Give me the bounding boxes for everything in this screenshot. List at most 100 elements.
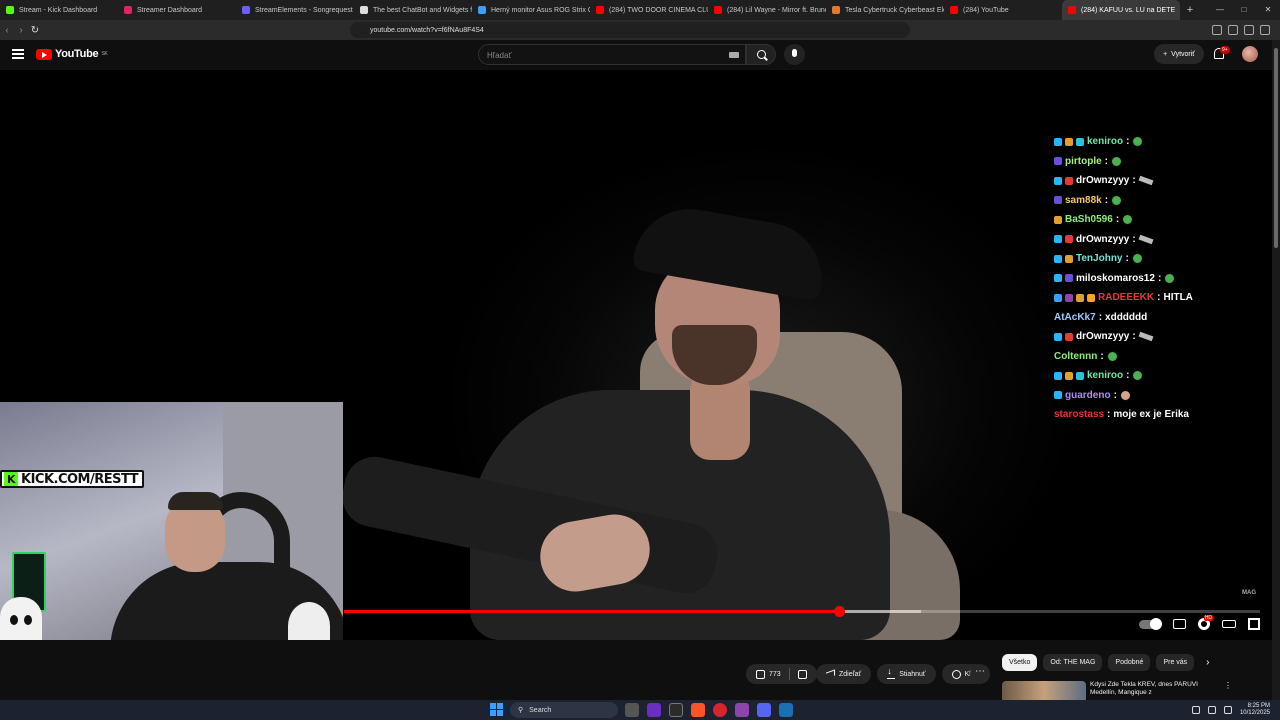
page-scrollbar[interactable]: [1272, 40, 1280, 700]
kick-banner-text: KICK.COM/RESTT: [21, 471, 139, 487]
chat-username: AtAcKk7: [1054, 311, 1096, 323]
reload-icon[interactable]: ↻: [28, 25, 42, 36]
brave-browser-icon[interactable]: [691, 703, 705, 717]
thumbs-down-icon[interactable]: [797, 669, 807, 679]
keyboard-icon[interactable]: [729, 52, 739, 58]
discord-icon[interactable]: [757, 703, 771, 717]
scrollbar-thumb[interactable]: [1274, 48, 1278, 248]
app-icon[interactable]: [647, 703, 661, 717]
like-button[interactable]: 773: [746, 664, 817, 684]
file-explorer-icon[interactable]: [625, 703, 639, 717]
steam-icon[interactable]: [779, 703, 793, 717]
terminal-icon[interactable]: [669, 703, 683, 717]
green-emote-icon: [1106, 350, 1118, 362]
download-button[interactable]: Stiahnuť: [877, 664, 936, 684]
sidebar-icon[interactable]: [1228, 25, 1238, 35]
taskbar-clock[interactable]: 8:25 PM 10/12/2025: [1240, 703, 1270, 717]
player-controls: HD: [1139, 615, 1260, 630]
wifi-icon[interactable]: [1207, 706, 1216, 714]
browser-tab[interactable]: Tesla Cybertruck Cyberbeast Electr: [826, 0, 944, 20]
browser-tab[interactable]: The best ChatBot and Widgets for: [354, 0, 472, 20]
webcam-person-hair: [168, 492, 223, 510]
recommendation-item[interactable]: Kdysi Zde Tekla KREV, dnes PARUVI Medell…: [1002, 681, 1262, 700]
chat-badge-icon: [1054, 196, 1062, 205]
green-emote-icon: [1164, 272, 1176, 284]
tray-chevron-icon[interactable]: [1191, 706, 1200, 714]
maximize-icon[interactable]: □: [1232, 0, 1256, 20]
chat-badge-icon: [1054, 391, 1062, 400]
tab-title: (284) Lil Wayne - Mirror ft. Bruno: [727, 6, 826, 14]
create-button[interactable]: + Vytvoriť: [1154, 44, 1204, 64]
green-emote-icon: [1131, 253, 1143, 265]
chat-colon: :: [1157, 272, 1162, 284]
taskbar-search[interactable]: ⚲ Search: [510, 702, 618, 718]
chat-colon: :: [1100, 350, 1104, 362]
more-actions-button[interactable]: ⋯: [970, 664, 990, 684]
chat-badge-icon: [1076, 137, 1084, 146]
hamburger-menu-icon[interactable]: [12, 49, 24, 59]
chat-message: BaSh0596:: [1054, 210, 1264, 230]
opera-icon[interactable]: [713, 703, 727, 717]
progress-scrubber[interactable]: [833, 606, 845, 617]
voice-search-icon[interactable]: [784, 44, 805, 65]
recommendation-title[interactable]: Kdysi Zde Tekla KREV, dnes PARUVI Medell…: [1090, 681, 1220, 700]
tab-title: (284) YouTube: [963, 6, 1009, 14]
account-avatar[interactable]: [1242, 46, 1258, 62]
browser-tab[interactable]: Stream - Kick Dashboard: [0, 0, 118, 20]
recommendation-thumbnail[interactable]: [1002, 681, 1086, 700]
chat-colon: :: [1104, 194, 1109, 206]
menu-icon[interactable]: [1260, 25, 1270, 35]
minimize-icon[interactable]: —: [1208, 0, 1232, 20]
autoplay-toggle[interactable]: [1139, 617, 1162, 630]
tab-title: (284) TWO DOOR CINEMA CLUB |: [609, 6, 708, 14]
search-button[interactable]: [746, 44, 776, 65]
browser-tab[interactable]: Herný monitor Asus ROG Strix OLI: [472, 0, 590, 20]
chat-badge-icon: [1054, 176, 1062, 185]
volume-icon[interactable]: [1223, 706, 1232, 714]
subtitles-icon[interactable]: [1173, 619, 1186, 629]
chat-username: RADEEEKK: [1098, 292, 1155, 304]
chat-colon: :: [1115, 214, 1120, 226]
create-label: Vytvoriť: [1171, 50, 1195, 58]
chat-message: keniroo:: [1054, 132, 1264, 152]
browser-tab[interactable]: Streamer Dashboard: [118, 0, 236, 20]
back-icon[interactable]: ‹: [0, 25, 14, 36]
filter-chip[interactable]: Podobné: [1108, 654, 1151, 671]
extension-icon[interactable]: [1212, 25, 1222, 35]
search-input[interactable]: Hľadať: [478, 44, 746, 65]
download-icon: [887, 666, 896, 679]
filter-chip[interactable]: Všetko: [1002, 654, 1038, 671]
theater-mode-icon[interactable]: [1222, 620, 1236, 628]
youtube-logo[interactable]: YouTube SK: [36, 48, 108, 60]
chat-username: TenJohny: [1076, 253, 1123, 265]
progress-bar[interactable]: [344, 606, 1260, 617]
chat-colon: :: [1132, 233, 1136, 245]
url-field[interactable]: youtube.com/watch?v=f6fNAu8F4S4: [350, 22, 910, 38]
chat-badge-icon: [1065, 235, 1073, 244]
browser-tab[interactable]: (284) Lil Wayne - Mirror ft. Bruno: [708, 0, 826, 20]
settings-gear-icon[interactable]: HD: [1198, 615, 1213, 630]
fullscreen-icon[interactable]: [1248, 618, 1260, 630]
like-separator: [788, 668, 790, 680]
recommendation-more-icon[interactable]: ⋮: [1224, 681, 1232, 700]
youtube-header: YouTube SK Hľadať + Vytvoriť 9+: [0, 40, 1280, 70]
wallet-icon[interactable]: [1244, 25, 1254, 35]
filter-chip[interactable]: Pre vás: [1156, 654, 1195, 671]
chat-badge-icon: [1065, 137, 1073, 146]
share-button[interactable]: Zdieľať: [816, 664, 872, 684]
tab-title: The best ChatBot and Widgets for: [373, 6, 472, 14]
browser-tab[interactable]: (284) KAFUU vs. LU na DETE✕: [1062, 0, 1180, 20]
twitch-icon[interactable]: [735, 703, 749, 717]
new-tab-button[interactable]: +: [1180, 4, 1200, 16]
tab-favicon-icon: [714, 6, 722, 14]
browser-tab[interactable]: StreamElements - Songrequest: [236, 0, 354, 20]
progress-played: [344, 610, 839, 613]
chips-next-icon[interactable]: ›: [1200, 654, 1215, 671]
close-window-icon[interactable]: ✕: [1256, 0, 1280, 20]
browser-tab[interactable]: (284) TWO DOOR CINEMA CLUB |: [590, 0, 708, 20]
browser-tab[interactable]: (284) YouTube: [944, 0, 1062, 20]
windows-start-icon[interactable]: [490, 703, 503, 716]
chat-colon: :: [1098, 311, 1103, 323]
forward-icon[interactable]: ›: [14, 25, 28, 36]
filter-chip[interactable]: Od: THE MAG: [1043, 654, 1103, 671]
